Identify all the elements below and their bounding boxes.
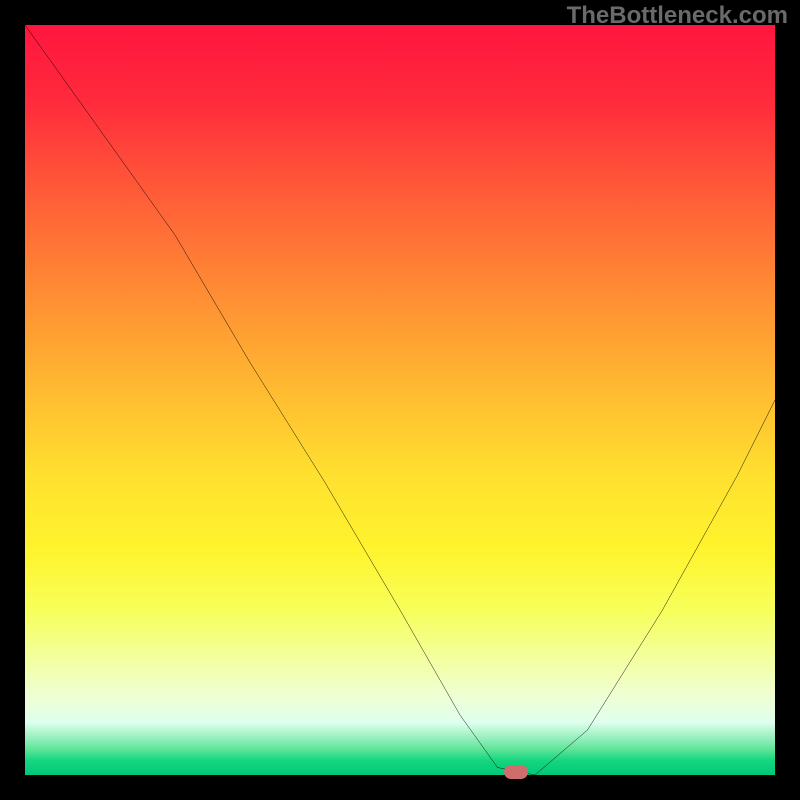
chart-frame: TheBottleneck.com: [0, 0, 800, 800]
optimum-marker-icon: [504, 765, 528, 779]
curve-path: [25, 25, 775, 775]
plot-area: [25, 25, 775, 775]
bottleneck-curve: [25, 25, 775, 775]
watermark-text: TheBottleneck.com: [567, 2, 788, 30]
